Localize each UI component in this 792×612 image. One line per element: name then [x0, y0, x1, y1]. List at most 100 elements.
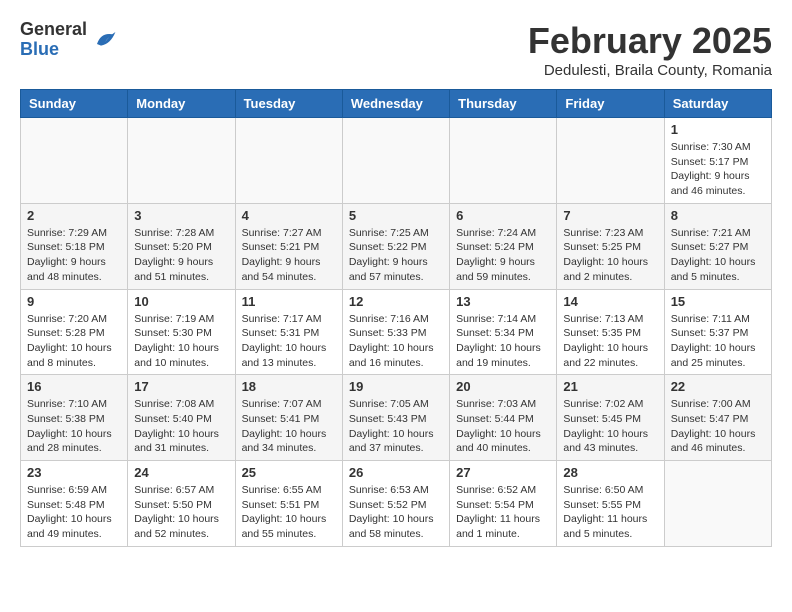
logo-general: General — [20, 20, 87, 40]
weekday-header-sunday: Sunday — [21, 90, 128, 118]
calendar-day-cell — [450, 118, 557, 204]
day-number: 20 — [456, 379, 550, 394]
calendar-day-cell: 16 Sunrise: 7:10 AM Sunset: 5:38 PM Dayli… — [21, 375, 128, 461]
day-info: Sunrise: 7:28 AM Sunset: 5:20 PM Dayligh… — [134, 226, 228, 285]
day-info: Sunrise: 7:29 AM Sunset: 5:18 PM Dayligh… — [27, 226, 121, 285]
calendar-day-cell — [664, 461, 771, 547]
month-title: February 2025 — [528, 20, 772, 62]
calendar-day-cell: 8 Sunrise: 7:21 AM Sunset: 5:27 PM Daylig… — [664, 203, 771, 289]
day-info: Sunrise: 7:08 AM Sunset: 5:40 PM Dayligh… — [134, 397, 228, 456]
day-number: 9 — [27, 294, 121, 309]
calendar-day-cell — [21, 118, 128, 204]
day-info: Sunrise: 7:03 AM Sunset: 5:44 PM Dayligh… — [456, 397, 550, 456]
day-number: 12 — [349, 294, 443, 309]
day-number: 28 — [563, 465, 657, 480]
day-info: Sunrise: 6:50 AM Sunset: 5:55 PM Dayligh… — [563, 483, 657, 542]
weekday-header-monday: Monday — [128, 90, 235, 118]
day-info: Sunrise: 7:21 AM Sunset: 5:27 PM Dayligh… — [671, 226, 765, 285]
day-number: 17 — [134, 379, 228, 394]
calendar-day-cell: 25Sunrise: 6:55 AM Sunset: 5:51 PM Dayli… — [235, 461, 342, 547]
calendar-day-cell: 21 Sunrise: 7:02 AM Sunset: 5:45 PM Dayli… — [557, 375, 664, 461]
day-info: Sunrise: 7:14 AM Sunset: 5:34 PM Dayligh… — [456, 312, 550, 371]
calendar-day-cell: 3 Sunrise: 7:28 AM Sunset: 5:20 PM Daylig… — [128, 203, 235, 289]
logo-bird-icon — [93, 28, 117, 52]
logo-blue: Blue — [20, 40, 87, 60]
day-number: 22 — [671, 379, 765, 394]
weekday-header-wednesday: Wednesday — [342, 90, 449, 118]
calendar-day-cell — [557, 118, 664, 204]
calendar-day-cell: 28 Sunrise: 6:50 AM Sunset: 5:55 PM Dayli… — [557, 461, 664, 547]
day-number: 27 — [456, 465, 550, 480]
calendar-day-cell: 23Sunrise: 6:59 AM Sunset: 5:48 PM Dayli… — [21, 461, 128, 547]
day-info: Sunrise: 7:05 AM Sunset: 5:43 PM Dayligh… — [349, 397, 443, 456]
page-header: General Blue February 2025 Dedulesti, Br… — [20, 20, 772, 79]
weekday-header-saturday: Saturday — [664, 90, 771, 118]
calendar-day-cell: 10Sunrise: 7:19 AM Sunset: 5:30 PM Dayli… — [128, 289, 235, 375]
calendar-week-row: 16 Sunrise: 7:10 AM Sunset: 5:38 PM Dayli… — [21, 375, 772, 461]
day-number: 21 — [563, 379, 657, 394]
day-info: Sunrise: 7:13 AM Sunset: 5:35 PM Dayligh… — [563, 312, 657, 371]
day-number: 19 — [349, 379, 443, 394]
calendar-week-row: 23Sunrise: 6:59 AM Sunset: 5:48 PM Dayli… — [21, 461, 772, 547]
day-info: Sunrise: 7:25 AM Sunset: 5:22 PM Dayligh… — [349, 226, 443, 285]
calendar-day-cell: 5 Sunrise: 7:25 AM Sunset: 5:22 PM Daylig… — [342, 203, 449, 289]
day-number: 3 — [134, 208, 228, 223]
day-number: 2 — [27, 208, 121, 223]
calendar-day-cell: 4 Sunrise: 7:27 AM Sunset: 5:21 PM Daylig… — [235, 203, 342, 289]
title-block: February 2025 Dedulesti, Braila County, … — [528, 20, 772, 79]
day-number: 15 — [671, 294, 765, 309]
calendar-day-cell: 6 Sunrise: 7:24 AM Sunset: 5:24 PM Daylig… — [450, 203, 557, 289]
day-number: 8 — [671, 208, 765, 223]
day-info: Sunrise: 7:20 AM Sunset: 5:28 PM Dayligh… — [27, 312, 121, 371]
day-number: 5 — [349, 208, 443, 223]
calendar-week-row: 1 Sunrise: 7:30 AM Sunset: 5:17 PM Daylig… — [21, 118, 772, 204]
calendar-day-cell: 27Sunrise: 6:52 AM Sunset: 5:54 PM Dayli… — [450, 461, 557, 547]
day-number: 18 — [242, 379, 336, 394]
day-number: 26 — [349, 465, 443, 480]
calendar-day-cell — [235, 118, 342, 204]
day-info: Sunrise: 7:00 AM Sunset: 5:47 PM Dayligh… — [671, 397, 765, 456]
day-info: Sunrise: 7:27 AM Sunset: 5:21 PM Dayligh… — [242, 226, 336, 285]
calendar-day-cell: 13 Sunrise: 7:14 AM Sunset: 5:34 PM Dayli… — [450, 289, 557, 375]
day-info: Sunrise: 7:24 AM Sunset: 5:24 PM Dayligh… — [456, 226, 550, 285]
day-info: Sunrise: 7:16 AM Sunset: 5:33 PM Dayligh… — [349, 312, 443, 371]
calendar-day-cell: 11 Sunrise: 7:17 AM Sunset: 5:31 PM Dayli… — [235, 289, 342, 375]
day-info: Sunrise: 6:53 AM Sunset: 5:52 PM Dayligh… — [349, 483, 443, 542]
day-number: 13 — [456, 294, 550, 309]
calendar-day-cell: 24 Sunrise: 6:57 AM Sunset: 5:50 PM Dayli… — [128, 461, 235, 547]
calendar-header-row: SundayMondayTuesdayWednesdayThursdayFrid… — [21, 90, 772, 118]
day-number: 6 — [456, 208, 550, 223]
calendar-day-cell: 14Sunrise: 7:13 AM Sunset: 5:35 PM Dayli… — [557, 289, 664, 375]
calendar-day-cell — [342, 118, 449, 204]
day-info: Sunrise: 7:30 AM Sunset: 5:17 PM Dayligh… — [671, 140, 765, 199]
logo: General Blue — [20, 20, 117, 60]
calendar-day-cell: 12 Sunrise: 7:16 AM Sunset: 5:33 PM Dayli… — [342, 289, 449, 375]
day-info: Sunrise: 6:57 AM Sunset: 5:50 PM Dayligh… — [134, 483, 228, 542]
day-number: 25 — [242, 465, 336, 480]
day-info: Sunrise: 7:10 AM Sunset: 5:38 PM Dayligh… — [27, 397, 121, 456]
weekday-header-friday: Friday — [557, 90, 664, 118]
day-info: Sunrise: 7:11 AM Sunset: 5:37 PM Dayligh… — [671, 312, 765, 371]
day-number: 7 — [563, 208, 657, 223]
day-info: Sunrise: 7:19 AM Sunset: 5:30 PM Dayligh… — [134, 312, 228, 371]
day-info: Sunrise: 7:23 AM Sunset: 5:25 PM Dayligh… — [563, 226, 657, 285]
calendar-week-row: 9 Sunrise: 7:20 AM Sunset: 5:28 PM Daylig… — [21, 289, 772, 375]
day-info: Sunrise: 7:07 AM Sunset: 5:41 PM Dayligh… — [242, 397, 336, 456]
day-number: 1 — [671, 122, 765, 137]
calendar-day-cell: 26 Sunrise: 6:53 AM Sunset: 5:52 PM Dayli… — [342, 461, 449, 547]
day-number: 23 — [27, 465, 121, 480]
day-number: 24 — [134, 465, 228, 480]
calendar-day-cell: 20 Sunrise: 7:03 AM Sunset: 5:44 PM Dayli… — [450, 375, 557, 461]
calendar-day-cell: 22 Sunrise: 7:00 AM Sunset: 5:47 PM Dayli… — [664, 375, 771, 461]
calendar-day-cell: 2 Sunrise: 7:29 AM Sunset: 5:18 PM Daylig… — [21, 203, 128, 289]
calendar-week-row: 2 Sunrise: 7:29 AM Sunset: 5:18 PM Daylig… — [21, 203, 772, 289]
day-info: Sunrise: 7:02 AM Sunset: 5:45 PM Dayligh… — [563, 397, 657, 456]
day-info: Sunrise: 7:17 AM Sunset: 5:31 PM Dayligh… — [242, 312, 336, 371]
calendar-day-cell: 15 Sunrise: 7:11 AM Sunset: 5:37 PM Dayli… — [664, 289, 771, 375]
calendar-table: SundayMondayTuesdayWednesdayThursdayFrid… — [20, 89, 772, 547]
weekday-header-thursday: Thursday — [450, 90, 557, 118]
day-number: 4 — [242, 208, 336, 223]
day-number: 11 — [242, 294, 336, 309]
calendar-day-cell: 1 Sunrise: 7:30 AM Sunset: 5:17 PM Daylig… — [664, 118, 771, 204]
day-number: 16 — [27, 379, 121, 394]
